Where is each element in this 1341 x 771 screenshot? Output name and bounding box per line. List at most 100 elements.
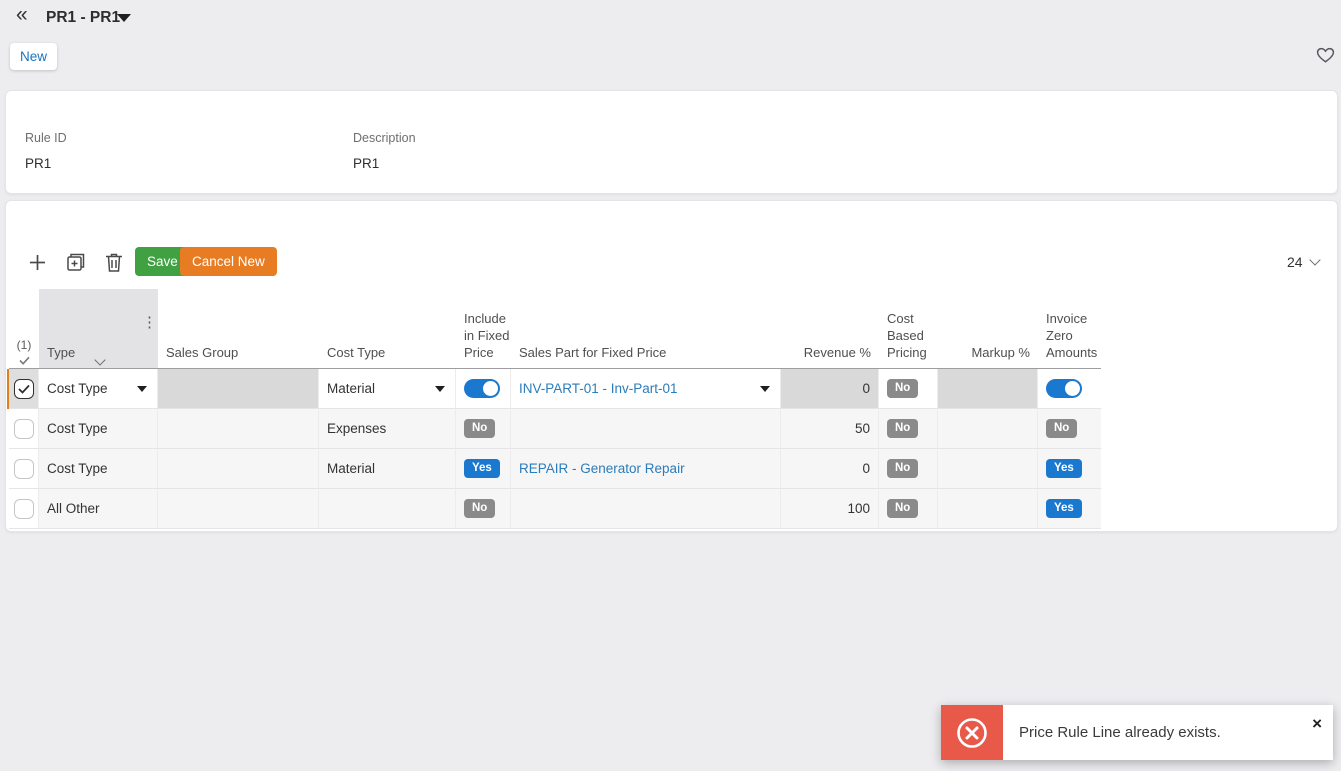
column-header-sales-group[interactable]: Sales Group bbox=[158, 289, 319, 368]
column-header-markup[interactable]: Markup % bbox=[938, 289, 1038, 368]
type-cell: All Other bbox=[39, 489, 158, 529]
favorite-heart-icon[interactable] bbox=[1316, 46, 1335, 64]
invoice-zero-amounts-cell: Yes bbox=[1038, 449, 1101, 489]
cost-type-cell[interactable]: Material bbox=[319, 369, 456, 409]
sales-part-link[interactable]: INV-PART-01 - Inv-Part-01 bbox=[519, 381, 678, 396]
sales-part-cell bbox=[511, 489, 781, 529]
sales-group-cell bbox=[158, 409, 319, 449]
status-badge: No bbox=[887, 418, 919, 439]
error-icon-panel bbox=[941, 705, 1003, 760]
table-row: All Other No 100 No Yes bbox=[9, 489, 1101, 529]
column-header-cost-type[interactable]: Cost Type bbox=[319, 289, 456, 368]
add-row-icon[interactable] bbox=[27, 252, 47, 272]
delete-row-icon[interactable] bbox=[105, 252, 123, 272]
status-badge: No bbox=[1046, 418, 1078, 439]
page-header: « PR1 - PR1 bbox=[0, 0, 1341, 36]
row-checkbox[interactable] bbox=[13, 498, 34, 519]
sales-group-cell bbox=[158, 449, 319, 489]
cost-based-pricing-cell: No bbox=[879, 489, 938, 529]
revenue-cell: 0 bbox=[781, 369, 879, 409]
revenue-cell: 50 bbox=[781, 409, 879, 449]
page-title: PR1 - PR1 bbox=[46, 9, 121, 26]
include-in-fixed-price-cell: No bbox=[456, 409, 511, 449]
column-header-sales-part[interactable]: Sales Part for Fixed Price bbox=[511, 289, 781, 368]
row-checkbox-cell bbox=[9, 409, 39, 449]
status-badge: No bbox=[887, 498, 919, 519]
dropdown-caret-icon[interactable] bbox=[760, 385, 770, 392]
column-header-type[interactable]: Type bbox=[39, 289, 158, 368]
column-menu-kebab-icon[interactable]: ⋮ bbox=[142, 315, 157, 330]
select-all-column-header[interactable]: (1) bbox=[9, 289, 39, 368]
table-row: Cost Type Material Yes REPAIR - Generato… bbox=[9, 449, 1101, 489]
circle-x-error-icon bbox=[957, 717, 987, 748]
dropdown-caret-icon[interactable] bbox=[435, 385, 445, 392]
column-header-revenue[interactable]: Revenue % bbox=[781, 289, 879, 368]
duplicate-row-icon[interactable] bbox=[65, 251, 87, 273]
invoice-zero-amounts-cell bbox=[1038, 369, 1101, 409]
markup-cell bbox=[938, 409, 1038, 449]
description-value: PR1 bbox=[353, 156, 380, 171]
row-checkbox[interactable] bbox=[13, 378, 34, 399]
page-canvas: « PR1 - PR1 New Rule ID PR1 Description … bbox=[0, 0, 1341, 771]
cost-type-cell: Expenses bbox=[319, 409, 456, 449]
status-badge: Yes bbox=[1046, 458, 1082, 479]
sales-part-cell[interactable]: INV-PART-01 - Inv-Part-01 bbox=[511, 369, 781, 409]
rule-id-value: PR1 bbox=[25, 156, 52, 171]
sales-group-cell bbox=[158, 369, 319, 409]
error-toast: Price Rule Line already exists. × bbox=[941, 705, 1333, 760]
selection-count: (1) bbox=[16, 338, 32, 353]
cost-based-pricing-cell: No bbox=[879, 369, 938, 409]
sort-chevron-icon bbox=[94, 354, 106, 366]
table-row: Cost Type Material INV-PART-01 - Inv-Par… bbox=[7, 369, 1101, 409]
row-checkbox-cell bbox=[9, 449, 39, 489]
sales-group-cell bbox=[158, 489, 319, 529]
type-cell: Cost Type bbox=[39, 409, 158, 449]
column-header-include-in-fixed-price[interactable]: Include in Fixed Price bbox=[456, 289, 511, 368]
revenue-cell: 0 bbox=[781, 449, 879, 489]
include-in-fixed-price-cell: No bbox=[456, 489, 511, 529]
chevron-down-icon bbox=[1308, 254, 1321, 266]
table-header-row: (1) Type Sales Group Cost Type Include i… bbox=[9, 289, 1101, 369]
table-row: Cost Type Expenses No 50 No No bbox=[9, 409, 1101, 449]
status-badge: Yes bbox=[1046, 498, 1082, 519]
include-in-fixed-price-cell bbox=[456, 369, 511, 409]
price-rule-lines-card: Save Cancel New 24 (1) Type Sales Group … bbox=[5, 200, 1338, 532]
invoice-zero-amounts-cell: No bbox=[1038, 409, 1101, 449]
status-badge: No bbox=[464, 498, 496, 519]
invoice-zero-toggle-on[interactable] bbox=[1046, 379, 1082, 398]
description-label: Description bbox=[353, 131, 416, 145]
page-size-selector[interactable]: 24 bbox=[1287, 254, 1321, 270]
status-badge: No bbox=[887, 458, 919, 479]
rule-form-card: Rule ID PR1 Description PR1 bbox=[5, 90, 1338, 194]
revenue-cell: 100 bbox=[781, 489, 879, 529]
cost-type-cell bbox=[319, 489, 456, 529]
include-toggle-on[interactable] bbox=[464, 379, 500, 398]
row-checkbox[interactable] bbox=[13, 418, 34, 439]
new-button[interactable]: New bbox=[10, 43, 58, 70]
back-icon[interactable]: « bbox=[16, 3, 28, 27]
select-all-check-icon bbox=[18, 356, 30, 365]
markup-cell bbox=[938, 369, 1038, 409]
row-checkbox-cell bbox=[9, 489, 39, 529]
type-cell[interactable]: Cost Type bbox=[39, 369, 158, 409]
include-in-fixed-price-cell: Yes bbox=[456, 449, 511, 489]
title-dropdown-icon[interactable] bbox=[117, 14, 131, 22]
column-header-invoice-zero-amounts[interactable]: Invoice Zero Amounts bbox=[1038, 289, 1101, 368]
toast-message: Price Rule Line already exists. bbox=[1019, 724, 1221, 741]
price-rule-lines-table: (1) Type Sales Group Cost Type Include i… bbox=[7, 289, 1101, 529]
invoice-zero-amounts-cell: Yes bbox=[1038, 489, 1101, 529]
sales-part-cell: REPAIR - Generator Repair bbox=[511, 449, 781, 489]
cost-based-pricing-cell: No bbox=[879, 449, 938, 489]
row-checkbox[interactable] bbox=[13, 458, 34, 479]
type-cell: Cost Type bbox=[39, 449, 158, 489]
row-checkbox-cell bbox=[9, 369, 39, 409]
toast-close-icon[interactable]: × bbox=[1312, 715, 1322, 732]
sales-part-link[interactable]: REPAIR - Generator Repair bbox=[519, 461, 685, 476]
column-header-type-label: Type bbox=[47, 344, 76, 360]
page-size-value: 24 bbox=[1287, 254, 1303, 270]
status-badge: No bbox=[464, 418, 496, 439]
column-header-cost-based-pricing[interactable]: Cost Based Pricing bbox=[879, 289, 938, 368]
cancel-new-button[interactable]: Cancel New bbox=[180, 247, 277, 276]
markup-cell bbox=[938, 449, 1038, 489]
dropdown-caret-icon[interactable] bbox=[137, 385, 147, 392]
